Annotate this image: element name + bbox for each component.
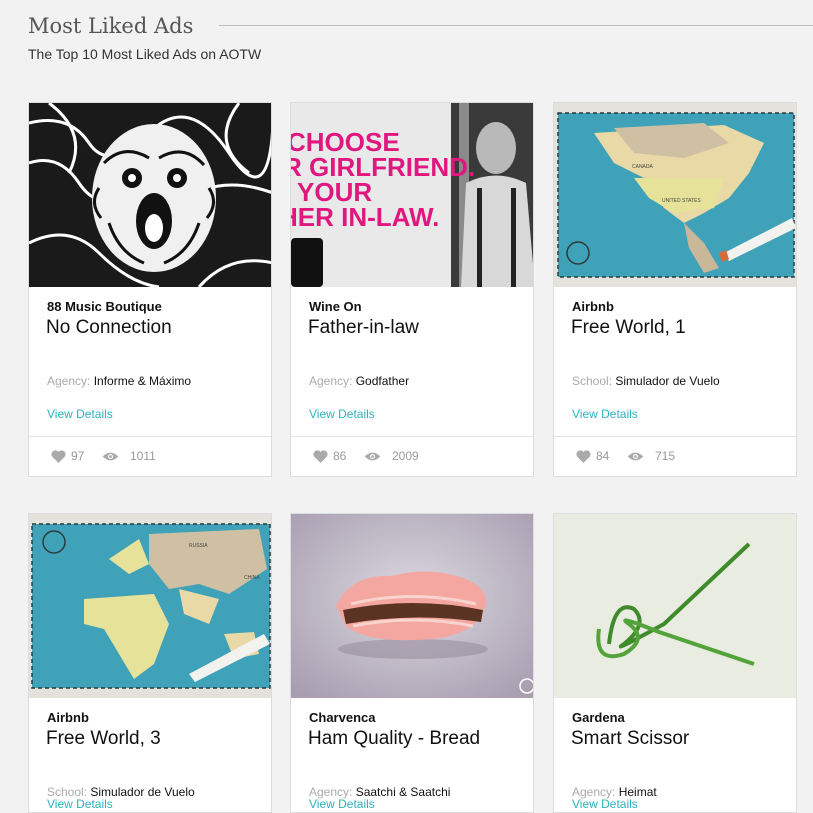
like-count[interactable]: 97 (51, 449, 84, 463)
credit-label: Agency: (47, 374, 91, 388)
ad-image-text: CHINA (244, 575, 260, 581)
ad-image-text: RUSSIA (189, 543, 208, 549)
view-count: 1011 (102, 449, 156, 463)
ad-brand: Airbnb (47, 710, 89, 725)
ad-brand: Charvenca (309, 710, 376, 725)
view-details-link[interactable]: View Details (47, 797, 113, 811)
section-header: Most Liked Ads (28, 12, 813, 40)
ad-stats: 97 1011 (29, 436, 271, 477)
credit-label: Agency: (309, 374, 353, 388)
ad-credit: Agency: Godfather (309, 374, 409, 388)
view-details-link[interactable]: View Details (47, 407, 113, 421)
view-details-link[interactable]: View Details (309, 797, 375, 811)
ad-card[interactable]: CANADA UNITED STATES Airbnb Free World, … (553, 102, 797, 477)
view-count: 715 (627, 449, 675, 463)
ad-card[interactable]: CHOOSE R GIRLFRIEND. YOUR HER IN-LAW. Wi… (290, 102, 534, 477)
header-divider (202, 25, 813, 26)
heart-icon (576, 449, 591, 463)
ad-thumbnail[interactable]: RUSSIA CHINA (29, 514, 271, 698)
ad-thumbnail[interactable] (29, 103, 271, 287)
ad-card[interactable]: RUSSIA CHINA Airbnb Free World, 3 School… (28, 513, 272, 813)
credit-label: School: (572, 374, 613, 388)
view-details-link[interactable]: View Details (572, 797, 638, 811)
section-title: Most Liked Ads (28, 12, 220, 40)
view-details-link[interactable]: View Details (309, 407, 375, 421)
ad-title[interactable]: Father-in-law (308, 317, 419, 339)
ad-stats: 84 715 (554, 436, 796, 477)
ad-brand: Gardena (572, 710, 625, 725)
ad-image-text: CANADA (632, 164, 654, 170)
credit-name[interactable]: Simulador de Vuelo (615, 374, 719, 388)
ad-brand: Airbnb (572, 299, 614, 314)
heart-icon (51, 449, 66, 463)
ad-credit: Agency: Informe & Máximo (47, 374, 191, 388)
ad-title[interactable]: Smart Scissor (571, 728, 689, 750)
like-count[interactable]: 86 (313, 449, 346, 463)
eye-icon (627, 452, 644, 460)
like-count[interactable]: 84 (576, 449, 609, 463)
ad-thumbnail[interactable] (291, 514, 533, 698)
ad-card[interactable]: 88 Music Boutique No Connection Agency: … (28, 102, 272, 477)
view-details-link[interactable]: View Details (572, 407, 638, 421)
ad-thumbnail[interactable] (554, 514, 796, 698)
view-count: 2009 (364, 449, 419, 463)
ad-image-text: UNITED STATES (662, 198, 701, 204)
ad-stats: 86 2009 (291, 436, 533, 477)
ad-card[interactable]: Charvenca Ham Quality - Bread Agency: Sa… (290, 513, 534, 813)
section-subtitle: The Top 10 Most Liked Ads on AOTW (28, 46, 262, 62)
credit-name[interactable]: Godfather (356, 374, 409, 388)
ad-brand: Wine On (309, 299, 362, 314)
eye-icon (364, 452, 381, 460)
credit-name[interactable]: Informe & Máximo (94, 374, 191, 388)
heart-icon (313, 449, 328, 463)
ad-thumbnail[interactable]: CANADA UNITED STATES (554, 103, 796, 287)
ad-image-text: HER IN-LAW. (291, 202, 439, 232)
ad-brand: 88 Music Boutique (47, 299, 162, 314)
ad-title[interactable]: No Connection (46, 317, 172, 339)
eye-icon (102, 452, 119, 460)
ad-card[interactable]: Gardena Smart Scissor Agency: Heimat Vie… (553, 513, 797, 813)
ad-thumbnail[interactable]: CHOOSE R GIRLFRIEND. YOUR HER IN-LAW. (291, 103, 533, 287)
ad-title[interactable]: Free World, 3 (46, 728, 161, 750)
ad-title[interactable]: Ham Quality - Bread (308, 728, 480, 750)
ad-credit: School: Simulador de Vuelo (572, 374, 720, 388)
ad-title[interactable]: Free World, 1 (571, 317, 686, 339)
